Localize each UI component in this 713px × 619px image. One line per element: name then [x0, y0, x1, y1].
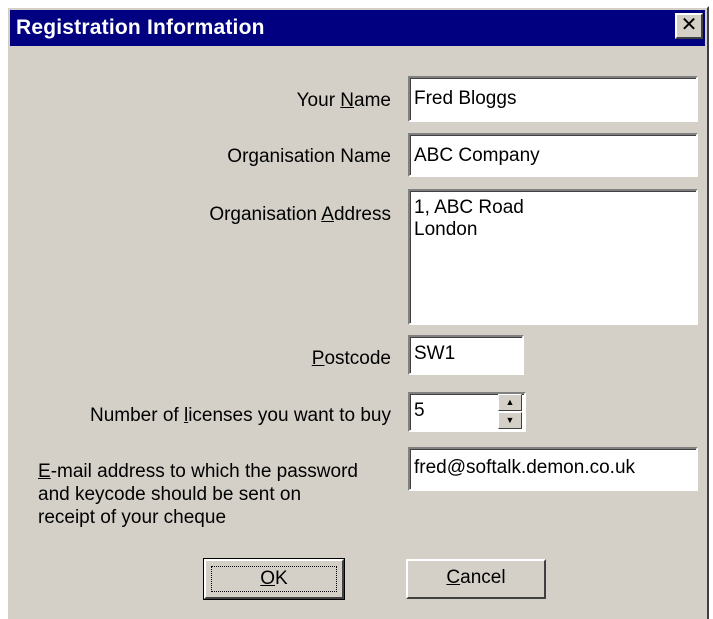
window-title: Registration Information [16, 16, 265, 39]
cancel-button-label: Cancel [446, 567, 506, 588]
ok-button[interactable]: OK [203, 558, 345, 600]
postcode-label: Postcode [311, 348, 391, 369]
registration-dialog: Registration Information ✕ Your Name Fre… [6, 6, 709, 619]
organisation-name-input[interactable]: ABC Company [408, 133, 698, 177]
title-bar[interactable]: Registration Information ✕ [10, 10, 705, 46]
organisation-name-label: Organisation Name [227, 146, 391, 167]
organisation-address-textarea[interactable]: 1, ABC Road London [408, 189, 698, 325]
up-arrow-icon: ▲ [505, 397, 515, 407]
spin-down-button[interactable]: ▼ [498, 412, 522, 429]
down-arrow-icon: ▼ [505, 415, 515, 425]
spin-up-button[interactable]: ▲ [498, 394, 522, 411]
close-button[interactable]: ✕ [675, 13, 703, 39]
licenses-label: Number of licenses you want to buy [89, 405, 391, 426]
your-name-input[interactable]: Fred Bloggs [408, 76, 698, 122]
organisation-address-label: Organisation Address [209, 204, 391, 225]
close-icon: ✕ [680, 14, 698, 36]
email-label: E-mail address to which the password and… [38, 461, 358, 528]
your-name-label: Your Name [296, 90, 391, 111]
email-input[interactable]: fred@softalk.demon.co.uk [408, 447, 698, 491]
ok-button-focus: OK [211, 566, 337, 592]
postcode-input[interactable]: SW1 [408, 335, 524, 375]
cancel-button[interactable]: Cancel [406, 559, 546, 599]
licenses-spinner: ▲ ▼ [498, 394, 522, 430]
